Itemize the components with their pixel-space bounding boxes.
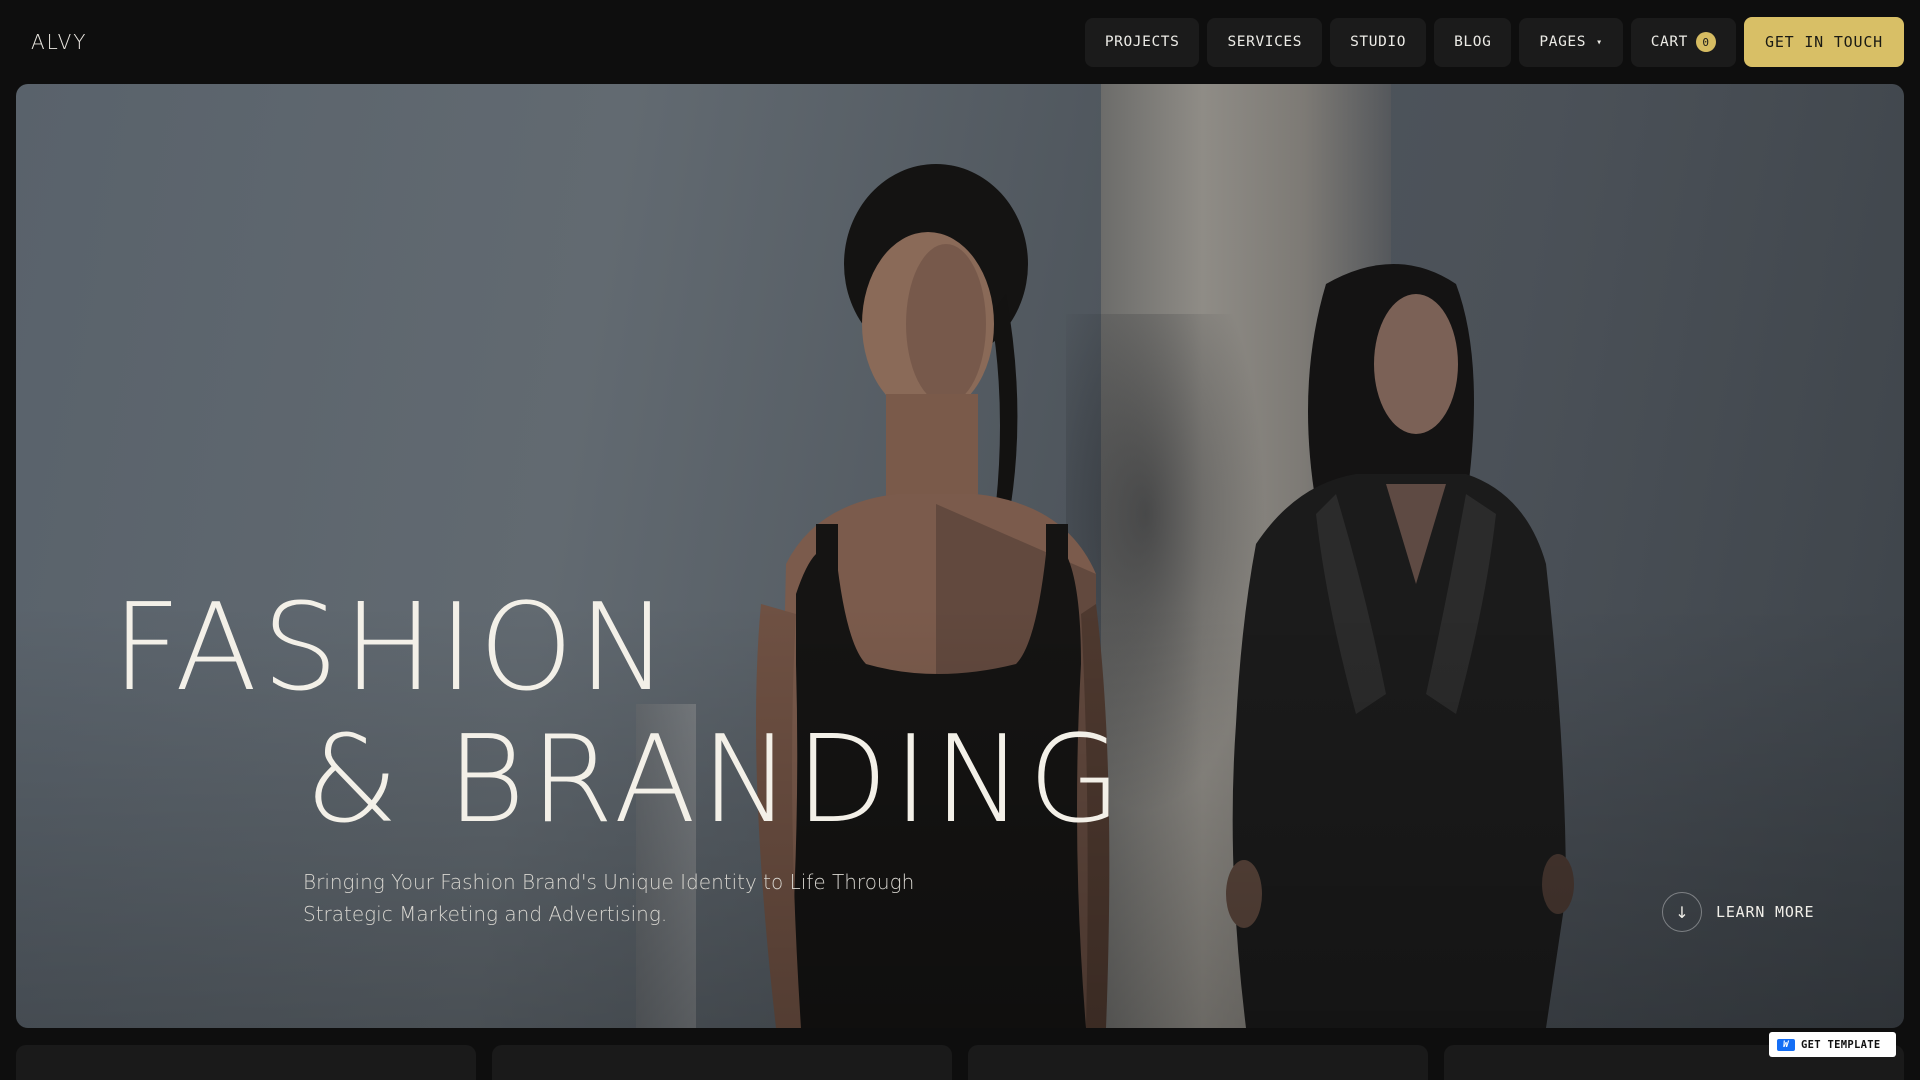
main-nav: PROJECTS SERVICES STUDIO BLOG PAGES ▾ CA… [1084, 17, 1904, 67]
nav-services-label: SERVICES [1227, 34, 1303, 50]
nav-studio[interactable]: STUDIO [1330, 17, 1427, 67]
site-header: ALVY PROJECTS SERVICES STUDIO BLOG PAGES… [0, 0, 1920, 84]
feature-card[interactable] [16, 1045, 476, 1080]
feature-card[interactable] [492, 1045, 952, 1080]
hero-headline-line2: & BRANDING [305, 711, 1127, 850]
logo[interactable]: ALVY [31, 30, 88, 54]
nav-projects[interactable]: PROJECTS [1084, 17, 1200, 67]
get-in-touch-button[interactable]: GET IN TOUCH [1744, 17, 1904, 67]
hero-headline-line1: FASHION [112, 579, 674, 718]
webflow-icon: W [1777, 1038, 1795, 1051]
nav-blog[interactable]: BLOG [1434, 17, 1512, 67]
nav-pages-label: PAGES [1539, 34, 1587, 50]
cart-button[interactable]: CART 0 [1630, 17, 1737, 67]
nav-services[interactable]: SERVICES [1207, 17, 1323, 67]
learn-more-link[interactable]: ↓ LEARN MORE [1662, 892, 1814, 932]
hero-subtitle: Bringing Your Fashion Brand's Unique Ide… [303, 870, 915, 926]
learn-more-label: LEARN MORE [1716, 903, 1815, 921]
get-template-badge[interactable]: W GET TEMPLATE [1769, 1032, 1896, 1057]
arrow-down-icon[interactable]: ↓ [1662, 892, 1702, 932]
nav-blog-label: BLOG [1454, 34, 1492, 50]
hero-overlay [16, 84, 1904, 1028]
nav-studio-label: STUDIO [1350, 34, 1407, 50]
hero-headline: FASHION & BRANDING [112, 589, 1126, 841]
hero-section: FASHION & BRANDING Bringing Your Fashion… [16, 84, 1904, 1028]
nav-pages-dropdown[interactable]: PAGES ▾ [1519, 17, 1623, 67]
cart-count-badge: 0 [1696, 32, 1717, 52]
feature-card[interactable] [968, 1045, 1428, 1080]
cart-label: CART [1650, 34, 1689, 50]
feature-cards [16, 1045, 1904, 1080]
get-template-label: GET TEMPLATE [1801, 1038, 1881, 1051]
chevron-down-icon: ▾ [1596, 36, 1603, 48]
nav-projects-label: PROJECTS [1104, 34, 1180, 50]
